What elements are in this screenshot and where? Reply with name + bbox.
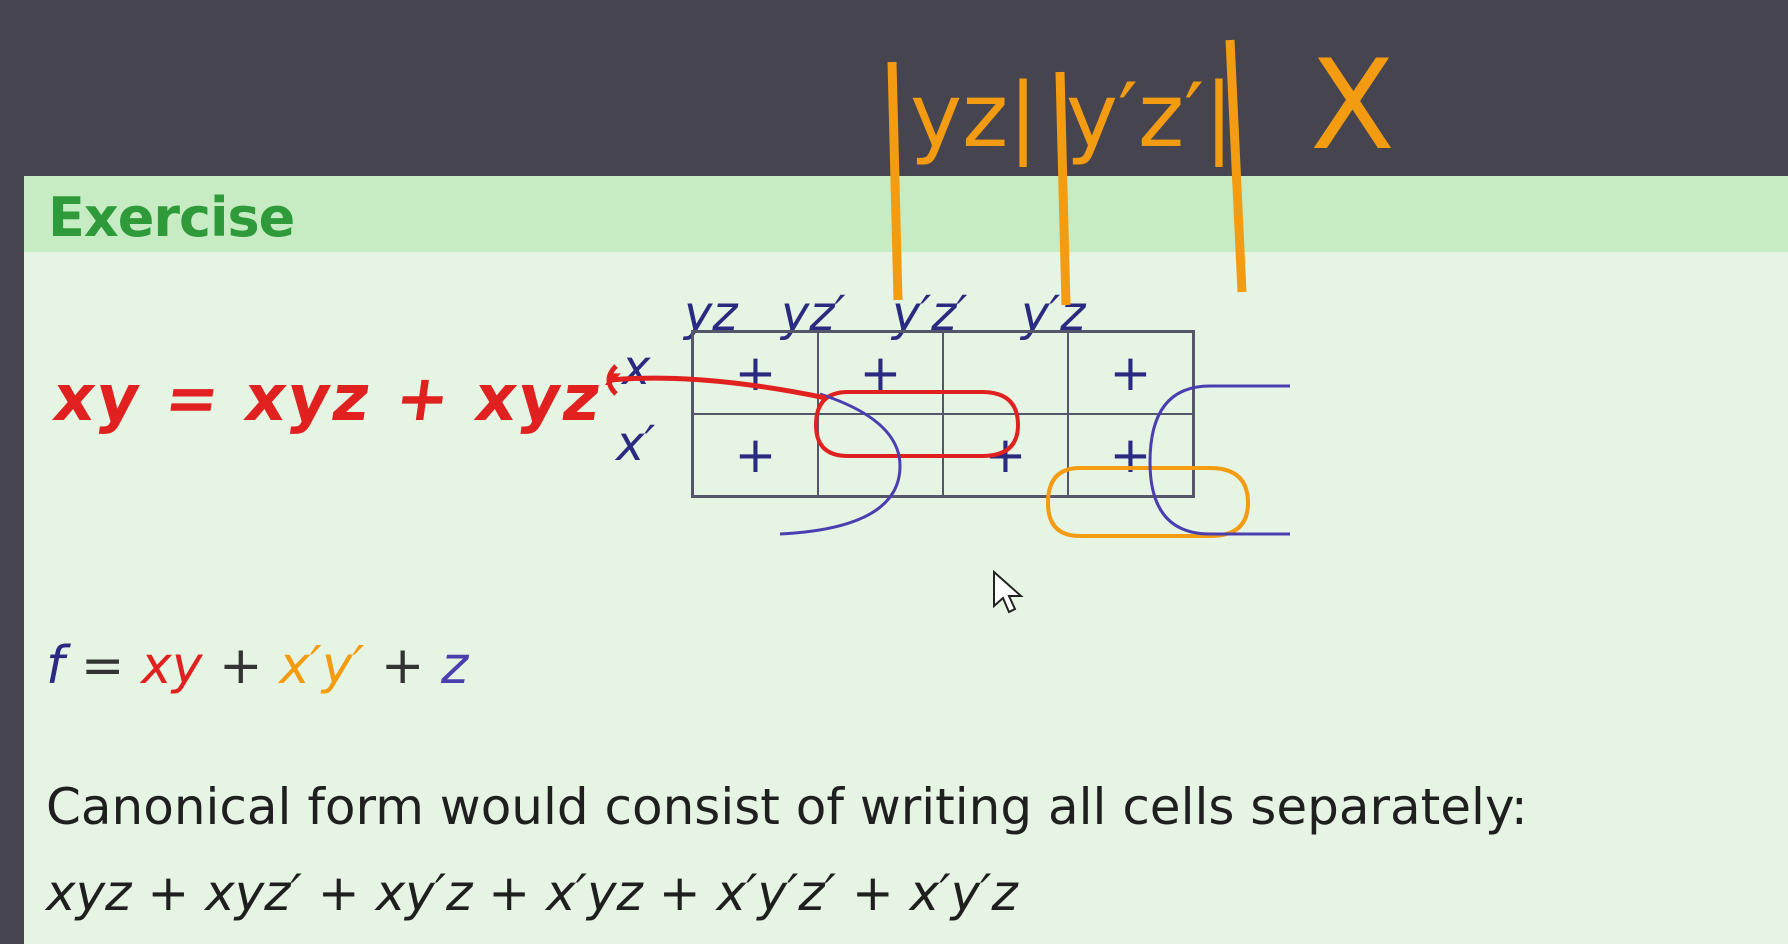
formula-term-x-prime-y-prime: x′y′ — [279, 636, 365, 696]
formula-term-xy: xy — [140, 636, 203, 696]
kmap-cell: + — [693, 414, 818, 496]
kmap-row-label-x: x — [622, 340, 651, 396]
kmap-cell — [943, 332, 1068, 414]
formula-plus-2: + — [380, 636, 425, 696]
kmap-cell — [818, 414, 943, 496]
function-formula: f = xy + x′y′ + z — [46, 636, 468, 696]
formula-lhs: f — [46, 636, 65, 696]
formula-term-z: z — [440, 636, 469, 696]
karnaugh-map: + + + + + + — [691, 330, 1195, 498]
handwritten-orange-x: X — [1310, 34, 1395, 178]
formula-equals: = — [80, 636, 125, 696]
formula-plus-1: + — [219, 636, 263, 696]
handwritten-orange-labels: yz| y′z′| — [910, 64, 1234, 167]
kmap-cell: + — [818, 332, 943, 414]
kmap-cell: + — [693, 332, 818, 414]
canonical-form-expression: xyz + xyz′ + xy′z + x′yz + x′y′z′ + x′y′… — [46, 864, 1018, 922]
slide: Exercise yz yz′ y′z′ y′z x x′ + + + + + … — [24, 176, 1788, 944]
canonical-form-description: Canonical form would consist of writing … — [46, 778, 1528, 836]
mouse-pointer-icon — [992, 569, 1024, 618]
slide-header: Exercise — [24, 176, 1788, 252]
kmap-row-label-x-prime: x′ — [616, 416, 656, 472]
handwritten-red-note: xy = xyz + xyz′ — [48, 362, 626, 436]
kmap-cell: + — [1068, 332, 1193, 414]
slide-title: Exercise — [48, 186, 295, 249]
kmap-cell: + — [1068, 414, 1193, 496]
kmap-cell: + — [943, 414, 1068, 496]
